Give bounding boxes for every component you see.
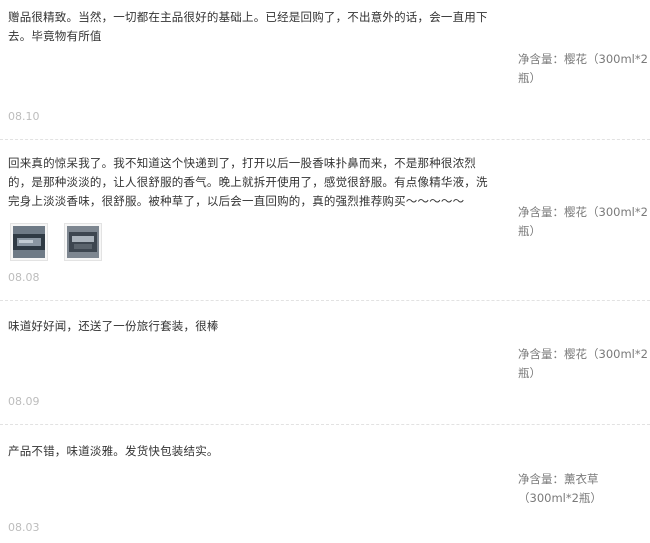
review-date: 08.08 [8, 271, 40, 284]
review-item: 赠品很精致。当然，一切都在主品很好的基础上。已经是回购了，不出意外的话，会一直用… [0, 0, 650, 140]
review-date: 08.03 [8, 521, 40, 534]
review-date: 08.09 [8, 395, 40, 408]
review-photo-thumbnail[interactable] [10, 223, 48, 261]
review-spec: 净含量：薰衣草（300ml*2瓶） [518, 470, 648, 508]
review-text: 味道好好闻，还送了一份旅行套装，很棒 [8, 319, 219, 333]
review-photo-thumbnail[interactable] [64, 223, 102, 261]
review-item: 味道好好闻，还送了一份旅行套装，很棒 净含量：樱花（300ml*2瓶） 08.0… [0, 301, 650, 425]
review-spec: 净含量：樱花（300ml*2瓶） [518, 50, 648, 88]
spec-label: 净含量： [518, 472, 564, 486]
review-text: 赠品很精致。当然，一切都在主品很好的基础上。已经是回购了，不出意外的话，会一直用… [8, 10, 488, 43]
spec-label: 净含量： [518, 52, 564, 66]
review-text: 产品不错，味道淡雅。发货快包装结实。 [8, 444, 219, 458]
review-item: 回来真的惊呆我了。我不知道这个快递到了，打开以后一股香味扑鼻而来，不是那种很浓烈… [0, 140, 650, 301]
photo-image [67, 226, 99, 258]
review-date: 08.10 [8, 110, 40, 123]
photo-image [13, 226, 45, 258]
review-text: 回来真的惊呆我了。我不知道这个快递到了，打开以后一股香味扑鼻而来，不是那种很浓烈… [8, 156, 488, 208]
spec-label: 净含量： [518, 347, 564, 361]
review-spec: 净含量：樱花（300ml*2瓶） [518, 345, 648, 383]
spec-label: 净含量： [518, 205, 564, 219]
review-spec: 净含量：樱花（300ml*2瓶） [518, 203, 648, 241]
review-item: 产品不错，味道淡雅。发货快包装结实。 净含量：薰衣草（300ml*2瓶） 08.… [0, 425, 650, 543]
